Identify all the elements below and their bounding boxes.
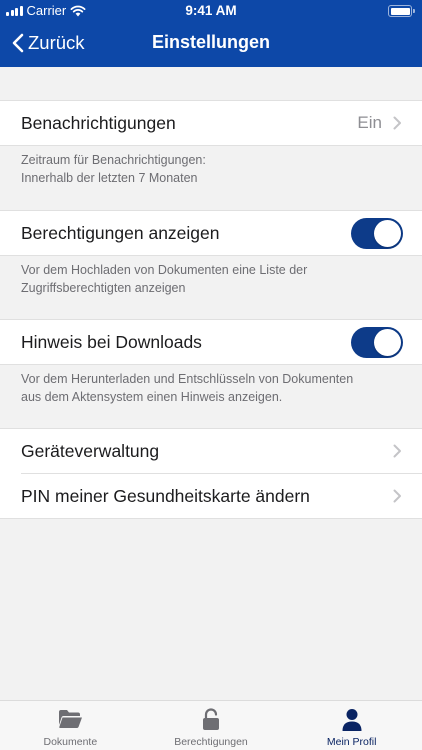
device-management-row[interactable]: Geräteverwaltung: [0, 429, 422, 473]
downloads-toggle[interactable]: [351, 327, 403, 358]
battery-icon: [388, 5, 415, 17]
tab-documents[interactable]: Dokumente: [0, 701, 141, 750]
downloads-note-line-2: aus dem Aktensystem einen Hinweis anzeig…: [21, 390, 283, 404]
permissions-label: Berechtigungen anzeigen: [21, 223, 220, 243]
permissions-note-line-1: Vor dem Hochladen von Dokumenten eine Li…: [21, 263, 308, 277]
tab-documents-label: Dokumente: [43, 736, 98, 748]
tab-profile-label: Mein Profil: [326, 736, 377, 748]
device-group: Geräteverwaltung PIN meiner Gesundheitsk…: [0, 428, 422, 519]
tab-bar: Dokumente Berechtigungen Mein Profil: [0, 700, 422, 750]
notifications-row[interactable]: Benachrichtigungen Ein: [0, 100, 422, 146]
downloads-note: Vor dem Herunterladen und Entschlüsseln …: [21, 370, 401, 406]
notifications-note-line-2: Innerhalb der letzten 7 Monaten: [21, 171, 198, 185]
status-bar: Carrier 9:41 AM: [0, 0, 422, 22]
notifications-label: Benachrichtigungen: [21, 113, 176, 133]
chevron-right-icon: [393, 444, 401, 458]
folder-icon: [59, 710, 83, 728]
pin-change-label: PIN meiner Gesundheitskarte ändern: [21, 486, 310, 506]
notifications-note-line-1: Zeitraum für Benachrichtigungen:: [21, 153, 206, 167]
downloads-label: Hinweis bei Downloads: [21, 332, 202, 352]
notifications-value: Ein: [357, 113, 382, 132]
device-management-label: Geräteverwaltung: [21, 441, 160, 461]
downloads-row: Hinweis bei Downloads: [0, 319, 422, 365]
pin-change-row[interactable]: PIN meiner Gesundheitskarte ändern: [0, 474, 422, 518]
tab-profile[interactable]: Mein Profil: [281, 701, 422, 750]
person-icon: [342, 709, 362, 731]
tab-permissions[interactable]: Berechtigungen: [141, 701, 282, 750]
unlock-icon: [203, 708, 219, 730]
status-time: 9:41 AM: [185, 3, 237, 18]
permissions-row: Berechtigungen anzeigen: [0, 210, 422, 256]
chevron-right-icon: [393, 489, 401, 503]
tab-permissions-label: Berechtigungen: [174, 736, 248, 748]
navigation-header: Carrier 9:41 AM Zurück Einstellungen: [0, 0, 422, 67]
downloads-note-line-1: Vor dem Herunterladen und Entschlüsseln …: [21, 372, 354, 386]
chevron-right-icon: [393, 116, 401, 130]
permissions-note-line-2: Zugriffsberechtigten anzeigen: [21, 281, 186, 295]
permissions-toggle[interactable]: [351, 218, 403, 249]
notifications-note: Zeitraum für Benachrichtigungen: Innerha…: [21, 151, 401, 187]
permissions-note: Vor dem Hochladen von Dokumenten eine Li…: [21, 261, 401, 297]
page-title: Einstellungen: [151, 32, 270, 52]
